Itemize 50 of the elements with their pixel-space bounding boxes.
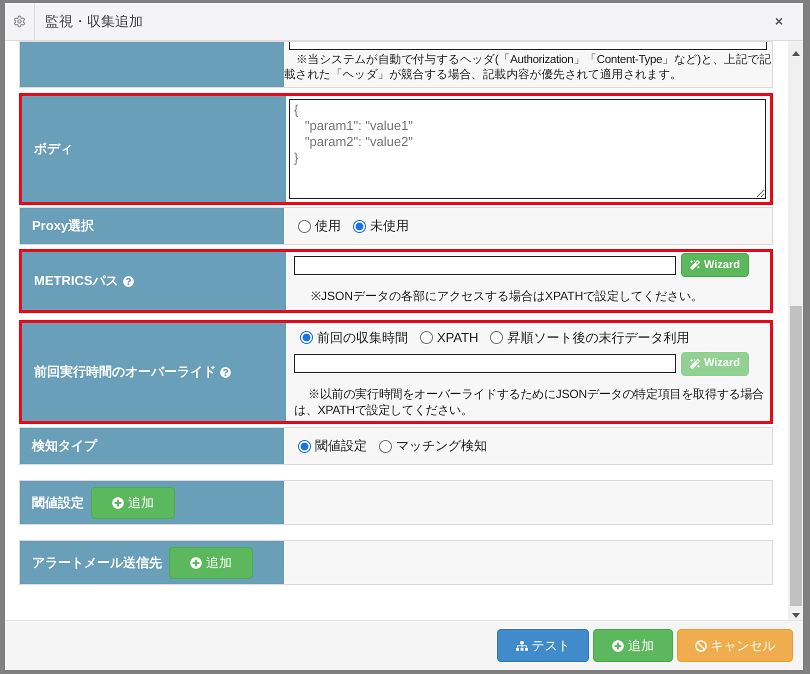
radio-button[interactable]: [490, 331, 504, 344]
row-label: METRICSパス: [34, 272, 118, 290]
radio-label: 閾値設定: [315, 437, 367, 456]
scroll-up-icon[interactable]: [792, 51, 800, 56]
window-title: 監視・収集追加: [45, 12, 143, 31]
note-text: ※JSONデータの各部にアクセスする場合はXPATHで設定してください。: [310, 288, 704, 305]
radio-label: 未使用: [370, 217, 409, 236]
metrics-path-field[interactable]: [294, 256, 676, 274]
test-button[interactable]: テスト: [497, 629, 589, 662]
row-label: ボディ: [34, 140, 73, 158]
cancel-button[interactable]: キャンセル: [677, 629, 793, 662]
help-icon[interactable]: [122, 276, 134, 286]
override-path-field[interactable]: [294, 354, 676, 373]
textarea-field[interactable]: [289, 42, 767, 50]
settings-icon: [13, 15, 26, 28]
close-button[interactable]: ×: [774, 11, 783, 32]
radio-button[interactable]: [298, 220, 311, 232]
note-text: ※以前の実行時間をオーバーライドするためにJSONデータの特定項目を取得する場合は、XPATHで設定してください。: [294, 386, 766, 418]
radio-button[interactable]: [353, 220, 366, 232]
radio-label: 昇順ソート後の末行データ利用: [507, 329, 690, 347]
radio-button[interactable]: [300, 331, 313, 344]
row-label: 検知タイプ: [32, 437, 97, 456]
row-label: Proxy選択: [32, 217, 94, 236]
row-label: アラートメール送信先: [32, 554, 162, 572]
wand-icon: [690, 358, 700, 368]
add-button[interactable]: 追加: [91, 486, 175, 518]
help-icon[interactable]: [220, 366, 231, 378]
radio-label: 使用: [315, 217, 341, 236]
plus-icon: [190, 556, 202, 568]
radio-label: 前回の収集時間: [317, 329, 408, 347]
radio-button[interactable]: [379, 440, 392, 452]
diagram-icon: [516, 640, 528, 652]
plus-icon: [112, 496, 124, 508]
scroll-down-icon[interactable]: [792, 613, 800, 618]
scrollbar[interactable]: [788, 41, 803, 620]
wizard-button[interactable]: Wizard: [681, 253, 749, 277]
radio-button[interactable]: [298, 440, 311, 452]
body-field[interactable]: { "param1": "value1" "param2": "value2" }: [289, 99, 766, 199]
add-button[interactable]: 追加: [593, 629, 673, 662]
add-button[interactable]: 追加: [169, 546, 253, 578]
ban-icon: [694, 640, 706, 652]
wand-icon: [690, 260, 700, 270]
radio-button[interactable]: [420, 331, 433, 344]
radio-label: XPATH: [437, 329, 478, 347]
radio-label: マッチング検知: [396, 437, 487, 456]
row-label: 閾値設定: [32, 494, 84, 512]
scrollbar-thumb[interactable]: [790, 306, 802, 606]
plus-icon: [612, 640, 624, 652]
note-text: ※当システムが自動で付与するヘッダ(「Authorization」「Content-Type」など)と、上記で記載された「ヘッダ」が競合する場合、記載内容が優先されて適用されます。: [284, 53, 772, 83]
row-label: 前回実行時間のオーバーライド: [34, 363, 216, 382]
